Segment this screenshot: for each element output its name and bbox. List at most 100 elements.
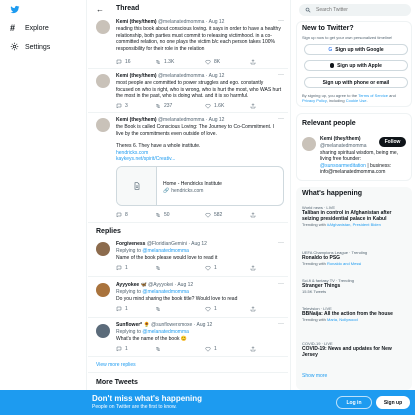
retweet-button[interactable] — [155, 265, 161, 271]
search-bar[interactable] — [299, 4, 411, 16]
share-button[interactable] — [250, 59, 256, 65]
legal-and: and — [389, 93, 396, 98]
view-more-replies-link[interactable]: View more replies — [96, 362, 136, 368]
login-button[interactable]: Log in — [336, 396, 372, 409]
trend-item[interactable]: World news · LIVE Taliban in control in … — [302, 205, 408, 227]
reply-button[interactable]: 1 — [116, 306, 128, 312]
retweet-button[interactable]: 237 — [155, 103, 172, 109]
twitter-logo-icon[interactable] — [10, 5, 20, 14]
privacy-link[interactable]: Privacy Policy — [302, 98, 327, 103]
relevant-name[interactable]: Kemi (they/them) — [320, 136, 361, 142]
retweet-button[interactable]: 1.3K — [155, 59, 174, 65]
like-count: 1 — [214, 306, 217, 312]
author-handle[interactable]: @sunflowerxmoxe · Aug 12 — [151, 322, 212, 328]
tweet-header: Kemi (they/them) @melanatedmomma · Aug 1… — [116, 117, 224, 124]
retweet-button[interactable] — [155, 346, 161, 352]
card-title: Home - Hendricks Institute — [163, 181, 222, 187]
trend-sub: Trending with Ronaldo and Messi — [302, 261, 408, 266]
like-button[interactable]: 8K — [205, 59, 220, 65]
like-button[interactable]: 582 — [205, 212, 222, 218]
share-button[interactable] — [250, 306, 256, 312]
trend-item[interactable]: Sci-fi & fantasy TV · Trending Stranger … — [302, 278, 408, 294]
more-icon[interactable]: ··· — [278, 72, 284, 78]
show-more-link[interactable]: Show more — [302, 373, 327, 379]
author-handle[interactable]: @melanatedmomma · Aug 12 — [158, 73, 225, 79]
share-button[interactable] — [250, 346, 256, 352]
search-icon — [305, 7, 311, 13]
replying-to-handle[interactable]: @melanatedmomma — [142, 248, 188, 254]
reply-button[interactable]: 1 — [116, 265, 128, 271]
reply-button[interactable]: 16 — [116, 59, 131, 65]
more-icon[interactable]: ··· — [278, 281, 284, 287]
apple-icon — [330, 63, 335, 68]
like-button[interactable]: 1 — [205, 306, 217, 312]
cookie-link[interactable]: Cookie Use — [346, 98, 367, 103]
like-button[interactable]: 1 — [205, 346, 217, 352]
trend-item[interactable]: UEFA Champions League · Trending Ronaldo… — [302, 250, 408, 266]
tweet-link[interactable]: kaykeys.net/spirit/Creativ... — [116, 156, 175, 163]
author-name[interactable]: Ayyyokee 🦋 — [116, 282, 147, 288]
signup-phone-button[interactable]: Sign up with phone or email — [304, 77, 408, 88]
trend-item[interactable]: Television · LIVE BBNaija: All the actio… — [302, 306, 408, 322]
more-tweets-heading: More Tweets — [96, 379, 138, 386]
author-name[interactable]: Kemi (they/them) — [116, 73, 157, 79]
reply-button[interactable]: 1 — [116, 346, 128, 352]
avatar[interactable] — [96, 242, 110, 256]
avatar[interactable] — [96, 324, 110, 338]
reply-icon — [116, 306, 122, 312]
google-icon: G — [328, 46, 333, 53]
bio-link[interactable]: @sunsoarmeditation — [320, 163, 366, 169]
link-card[interactable]: Home - Hendricks Institute 🔗 hendricks.c… — [116, 166, 284, 206]
like-button[interactable]: 1.6K — [205, 103, 224, 109]
share-button[interactable] — [250, 212, 256, 218]
share-button[interactable] — [250, 265, 256, 271]
share-button[interactable] — [250, 103, 256, 109]
retweet-button[interactable]: 50 — [155, 212, 170, 218]
author-handle[interactable]: @melanatedmomma · Aug 12 — [158, 117, 225, 123]
retweet-button[interactable] — [155, 306, 161, 312]
author-name[interactable]: Kemi (they/them) — [116, 19, 157, 25]
divider — [88, 317, 288, 318]
author-name[interactable]: Forgiveness — [116, 241, 145, 247]
more-icon[interactable]: ··· — [278, 321, 284, 327]
trend-item[interactable]: COVID-19 · LIVE COVID-19: News and updat… — [302, 341, 408, 358]
trend-sub-prefix: Trending with — [302, 222, 326, 227]
reply-text: What's the name of the book 😊 — [116, 336, 188, 342]
more-icon[interactable]: ··· — [278, 116, 284, 122]
search-input[interactable] — [316, 7, 406, 13]
nav-explore[interactable]: # Explore — [10, 23, 49, 33]
trend-sub: 15.5K Tweets — [302, 289, 327, 294]
hashtag-icon: # — [10, 23, 16, 33]
follow-button[interactable]: Follow — [379, 137, 406, 147]
reply-button[interactable]: 8 — [116, 212, 128, 218]
author-name[interactable]: Kemi (they/them) — [116, 117, 157, 123]
reply-count: 1 — [125, 306, 128, 312]
retweet-icon — [156, 306, 160, 312]
author-handle[interactable]: @FloridianGemini · Aug 12 — [147, 241, 207, 247]
replying-to-handle[interactable]: @melanatedmomma — [142, 289, 188, 295]
replying-to-handle[interactable]: @melanatedmomma — [142, 329, 188, 335]
more-icon[interactable]: ··· — [278, 240, 284, 246]
relevant-handle[interactable]: @melanatedmomma — [320, 143, 366, 149]
signup-button[interactable]: Sign up — [376, 396, 410, 409]
author-name[interactable]: Sunflower* 🌻 — [116, 322, 150, 328]
share-icon — [250, 346, 256, 352]
reply-button[interactable]: 3 — [116, 103, 128, 109]
avatar[interactable] — [96, 20, 110, 34]
back-arrow-icon[interactable]: ← — [96, 5, 104, 14]
nav-settings[interactable]: Settings — [10, 42, 50, 53]
trend-sub-link[interactable]: #Afghanistan, President Biden — [327, 222, 381, 227]
trend-sub-link[interactable]: Maria, Nollywood — [327, 317, 358, 322]
avatar[interactable] — [96, 283, 110, 297]
author-handle[interactable]: @Ayyyokei · Aug 12 — [148, 282, 193, 288]
avatar[interactable] — [302, 137, 316, 151]
more-icon[interactable]: ··· — [278, 18, 284, 24]
avatar[interactable] — [96, 74, 110, 88]
like-button[interactable]: 1 — [205, 265, 217, 271]
signup-google-button[interactable]: G Sign up with Google — [304, 44, 408, 55]
trend-sub-link[interactable]: Ronaldo and Messi — [327, 261, 361, 266]
avatar[interactable] — [96, 118, 110, 132]
author-handle[interactable]: @melanatedmomma · Aug 12 — [158, 19, 225, 25]
signup-apple-button[interactable]: Sign up with Apple — [304, 60, 408, 71]
share-icon — [250, 306, 256, 312]
